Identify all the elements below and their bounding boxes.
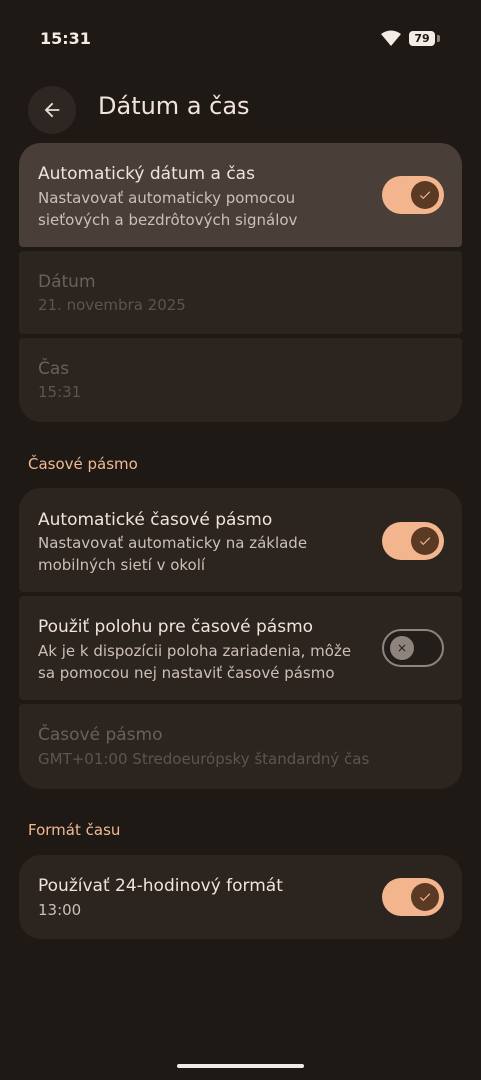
auto-timezone-item[interactable]: Automatické časové pásmo Nastavovať auto…	[19, 488, 462, 592]
time-format-group: Používať 24-hodinový formát 13:00	[19, 855, 462, 939]
location-timezone-toggle[interactable]	[382, 629, 444, 667]
location-timezone-title: Použiť polohu pre časové pásmo	[38, 617, 314, 637]
time-value: 15:31	[38, 383, 82, 401]
home-indicator[interactable]	[177, 1064, 304, 1068]
toggle-knob	[390, 636, 414, 660]
wifi-icon	[381, 30, 401, 46]
battery-icon: 79	[409, 31, 435, 46]
time-format-heading: Formát času	[28, 821, 121, 839]
back-button[interactable]	[28, 86, 76, 134]
battery-tip	[437, 35, 440, 42]
auto-timezone-subtitle: Nastavovať automaticky na základe mobiln…	[38, 534, 308, 574]
auto-date-time-title: Automatický dátum a čas	[38, 164, 255, 184]
auto-date-time-toggle[interactable]	[382, 176, 444, 214]
toggle-knob	[411, 181, 439, 209]
status-time: 15:31	[40, 29, 91, 48]
page-title: Dátum a čas	[98, 92, 250, 120]
timezone-value: GMT+01:00 Stredoeurópsky štandardný čas	[38, 750, 370, 768]
close-icon	[398, 644, 406, 652]
h24-format-item[interactable]: Používať 24-hodinový formát 13:00	[19, 855, 462, 939]
h24-format-subtitle: 13:00	[38, 901, 82, 919]
location-timezone-subtitle: Ak je k dispozícii poloha zariadenia, mô…	[38, 642, 352, 682]
auto-date-time-item[interactable]: Automatický dátum a čas Nastavovať autom…	[19, 143, 462, 247]
toggle-knob	[411, 883, 439, 911]
auto-date-time-subtitle: Nastavovať automaticky pomocou sieťových…	[38, 189, 298, 229]
auto-timezone-toggle[interactable]	[382, 522, 444, 560]
time-item: Čas 15:31	[19, 338, 462, 422]
date-value: 21. novembra 2025	[38, 296, 186, 314]
status-bar: 15:31 79	[0, 0, 481, 80]
timezone-heading: Časové pásmo	[28, 455, 138, 473]
check-icon	[419, 191, 431, 200]
date-time-group: Automatický dátum a čas Nastavovať autom…	[19, 143, 462, 422]
h24-format-title: Používať 24-hodinový formát	[38, 876, 283, 896]
date-title: Dátum	[38, 272, 96, 292]
timezone-item: Časové pásmo GMT+01:00 Stredoeurópsky št…	[19, 704, 462, 789]
check-icon	[419, 537, 431, 546]
date-item: Dátum 21. novembra 2025	[19, 251, 462, 334]
location-timezone-item[interactable]: Použiť polohu pre časové pásmo Ak je k d…	[19, 596, 462, 700]
toggle-knob	[411, 527, 439, 555]
time-title: Čas	[38, 359, 70, 379]
timezone-title: Časové pásmo	[38, 725, 163, 745]
h24-format-toggle[interactable]	[382, 878, 444, 916]
timezone-group: Automatické časové pásmo Nastavovať auto…	[19, 488, 462, 789]
check-icon	[419, 893, 431, 902]
auto-timezone-title: Automatické časové pásmo	[38, 510, 273, 530]
arrow-back-icon	[44, 102, 60, 118]
